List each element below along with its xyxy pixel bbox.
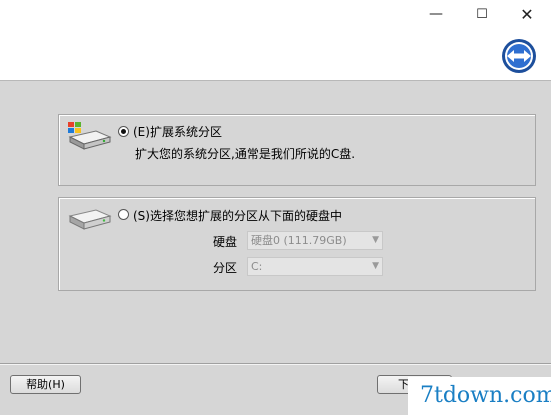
disk-select-value: 硬盘0 (111.79GB)	[251, 234, 347, 247]
help-button[interactable]: 帮助(H)	[10, 375, 81, 394]
chevron-down-icon: ▼	[372, 261, 379, 271]
footer-divider	[0, 363, 551, 365]
radio-extend-system[interactable]	[118, 126, 129, 137]
maximize-button[interactable]: ☐	[466, 4, 498, 24]
minimize-button[interactable]: —	[420, 4, 452, 24]
option-select-partition-label[interactable]: (S)选择您想扩展的分区从下面的硬盘中	[133, 207, 342, 224]
chevron-down-icon: ▼	[372, 235, 379, 245]
disk-select[interactable]: 硬盘0 (111.79GB) ▼	[247, 231, 383, 250]
radio-select-partition[interactable]	[118, 209, 129, 220]
close-button[interactable]: ✕	[511, 4, 543, 24]
partition-select[interactable]: C: ▼	[247, 257, 383, 276]
partition-select-value: C:	[251, 260, 263, 273]
radio-selected-dot	[121, 129, 126, 134]
partition-field-label: 分区	[213, 261, 238, 275]
option-extend-system-label[interactable]: (E)扩展系统分区	[133, 123, 222, 140]
title-bar: — ☐ ✕	[0, 0, 551, 81]
option-extend-system-description: 扩大您的系统分区,通常是我们所说的C盘.	[135, 147, 356, 161]
disk-field-label: 硬盘	[213, 235, 238, 249]
windows-disk-icon	[68, 122, 112, 150]
double-arrow-icon	[502, 39, 536, 73]
disk-icon	[68, 209, 112, 230]
watermark: 7tdown.com	[408, 377, 551, 415]
